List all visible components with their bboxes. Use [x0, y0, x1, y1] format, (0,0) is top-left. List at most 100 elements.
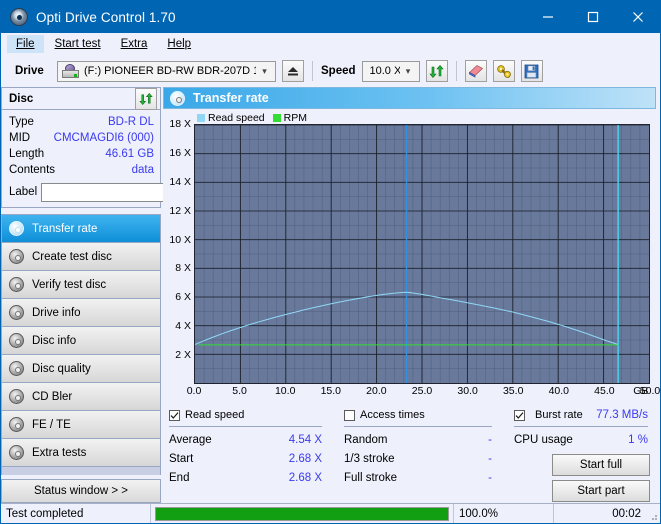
status-bar: Test completed 100.0% 00:02 — [1, 503, 660, 523]
sidebar-item-disc-info[interactable]: Disc info — [2, 327, 160, 355]
x-axis-labels: GB 0.05.010.015.020.025.030.035.040.045.… — [194, 384, 650, 400]
disc-row-type: Type BD-R DL — [9, 114, 154, 130]
disc-icon — [9, 445, 24, 460]
legend-swatch — [273, 114, 281, 122]
status-window-button[interactable]: Status window > > — [1, 479, 161, 503]
menu-file[interactable]: File — [7, 35, 44, 53]
disc-row-mid: MID CMCMAGDI6 (000) — [9, 130, 154, 146]
toolbar-divider — [312, 61, 313, 81]
read-speed-checkbox-row[interactable]: Read speed — [169, 406, 344, 424]
access-times-stats: Access times Random - 1/3 stroke - Full … — [344, 406, 514, 502]
stat-key: 1/3 stroke — [344, 450, 395, 469]
stat-value: 2.68 X — [289, 469, 322, 488]
sidebar-item-drive-info[interactable]: Drive info — [2, 299, 160, 327]
sidebar-item-disc-quality[interactable]: Disc quality — [2, 355, 160, 383]
plot-area: 2 X4 X6 X8 X10 X12 X14 X16 X18 X — [163, 124, 656, 384]
sidebar-item-label: Verify test disc — [32, 279, 106, 291]
disc-icon — [9, 249, 24, 264]
read-speed-label: Read speed — [185, 409, 244, 421]
stat-full-stroke: Full stroke - — [344, 469, 514, 488]
legend-label: Read speed — [208, 112, 265, 124]
disc-refresh-button[interactable] — [135, 88, 157, 110]
main-body: Disc Type BD-R DL MID C — [1, 87, 660, 503]
y-axis-tick: 18 X — [169, 118, 191, 130]
disc-panel: Disc Type BD-R DL MID C — [1, 87, 161, 208]
sidebar-item-label: Disc info — [32, 335, 76, 347]
minimize-button[interactable] — [525, 1, 570, 33]
right-panel: Transfer rate Read speed RPM 2 X4 X6 X8 … — [161, 87, 660, 503]
menu-start-test[interactable]: Start test — [46, 35, 110, 53]
progress-fill — [156, 508, 448, 520]
plot-canvas[interactable] — [194, 124, 650, 384]
disc-info-rows: Type BD-R DL MID CMCMAGDI6 (000) Length … — [2, 110, 160, 207]
burst-rate-checkbox[interactable] — [514, 410, 525, 421]
resize-grip[interactable] — [646, 504, 660, 523]
disc-panel-title: Disc — [9, 93, 33, 105]
x-axis-tick: 30.0 — [457, 385, 477, 397]
disc-label-key: Label — [9, 186, 37, 198]
left-panel: Disc Type BD-R DL MID C — [1, 87, 161, 503]
sidebar-item-create-test-disc[interactable]: Create test disc — [2, 243, 160, 271]
divider — [169, 426, 322, 427]
menu-extra[interactable]: Extra — [112, 35, 157, 53]
read-speed-checkbox[interactable] — [169, 410, 180, 421]
maximize-button[interactable] — [570, 1, 615, 33]
eject-button[interactable] — [282, 60, 304, 82]
access-times-checkbox-row[interactable]: Access times — [344, 406, 514, 424]
speed-label: Speed — [321, 65, 356, 77]
stat-value: 1 % — [628, 431, 648, 450]
progress-percent: 100.0% — [454, 504, 554, 523]
sidebar-item-cd-bler[interactable]: CD Bler — [2, 383, 160, 411]
start-full-label: Start full — [580, 459, 622, 471]
sidebar-item-fe-te[interactable]: FE / TE — [2, 411, 160, 439]
burst-rate-checkbox-row[interactable]: Burst rate 77.3 MB/s — [514, 406, 650, 424]
save-button[interactable] — [521, 60, 543, 82]
access-times-checkbox[interactable] — [344, 410, 355, 421]
close-button[interactable] — [615, 1, 660, 33]
disc-icon — [9, 417, 24, 432]
menu-help-label: Help — [167, 38, 191, 50]
chart-panel-title: Transfer rate — [193, 91, 269, 105]
sidebar-nav: Transfer rate Create test disc Verify te… — [1, 214, 161, 467]
start-part-button[interactable]: Start part — [552, 480, 650, 502]
stat-key: Average — [169, 431, 212, 450]
x-axis-tick: 40.0 — [549, 385, 569, 397]
disc-label-row: Label — [9, 182, 154, 202]
y-axis-tick: 16 X — [169, 147, 191, 159]
stats-panel: Read speed Average 4.54 X Start 2.68 X E… — [163, 400, 656, 502]
y-axis-tick: 10 X — [169, 234, 191, 246]
sidebar-item-verify-test-disc[interactable]: Verify test disc — [2, 271, 160, 299]
refresh-button[interactable] — [426, 60, 448, 82]
start-part-label: Start part — [577, 485, 624, 497]
chart: Read speed RPM 2 X4 X6 X8 X10 X12 X14 X1… — [163, 109, 656, 400]
stat-key: End — [169, 469, 189, 488]
drive-select[interactable]: (F:) PIONEER BD-RW BDR-207D 1.60 ▾ — [57, 61, 276, 82]
sidebar-item-label: CD Bler — [32, 391, 72, 403]
disc-type-key: Type — [9, 114, 34, 130]
y-axis-tick: 14 X — [169, 176, 191, 188]
sidebar-item-extra-tests[interactable]: Extra tests — [2, 439, 160, 467]
toolbar-divider-2 — [456, 61, 457, 81]
chart-legend: Read speed RPM — [163, 111, 656, 124]
menu-start-test-label: Start test — [55, 38, 101, 50]
disc-icon — [9, 361, 24, 376]
disc-icon — [9, 305, 24, 320]
disc-icon — [9, 277, 24, 292]
x-axis-tick: 50.0 — [640, 385, 660, 397]
tools-button[interactable] — [493, 60, 515, 82]
legend-read-speed: Read speed — [197, 112, 265, 124]
x-axis-tick: 0.0 — [187, 385, 202, 397]
speed-select[interactable]: 10.0 X ▾ — [362, 61, 420, 82]
stat-average: Average 4.54 X — [169, 431, 344, 450]
erase-button[interactable] — [465, 60, 487, 82]
start-full-button[interactable]: Start full — [552, 454, 650, 476]
stat-value: 2.68 X — [289, 450, 322, 469]
status-message: Test completed — [1, 504, 151, 523]
menu-help[interactable]: Help — [158, 35, 200, 53]
stat-random: Random - — [344, 431, 514, 450]
disc-icon — [9, 221, 24, 236]
sidebar-item-transfer-rate[interactable]: Transfer rate — [2, 215, 160, 243]
menu-file-label: File — [16, 38, 35, 50]
y-axis-tick: 4 X — [175, 320, 191, 332]
y-axis-labels: 2 X4 X6 X8 X10 X12 X14 X16 X18 X — [163, 124, 193, 384]
